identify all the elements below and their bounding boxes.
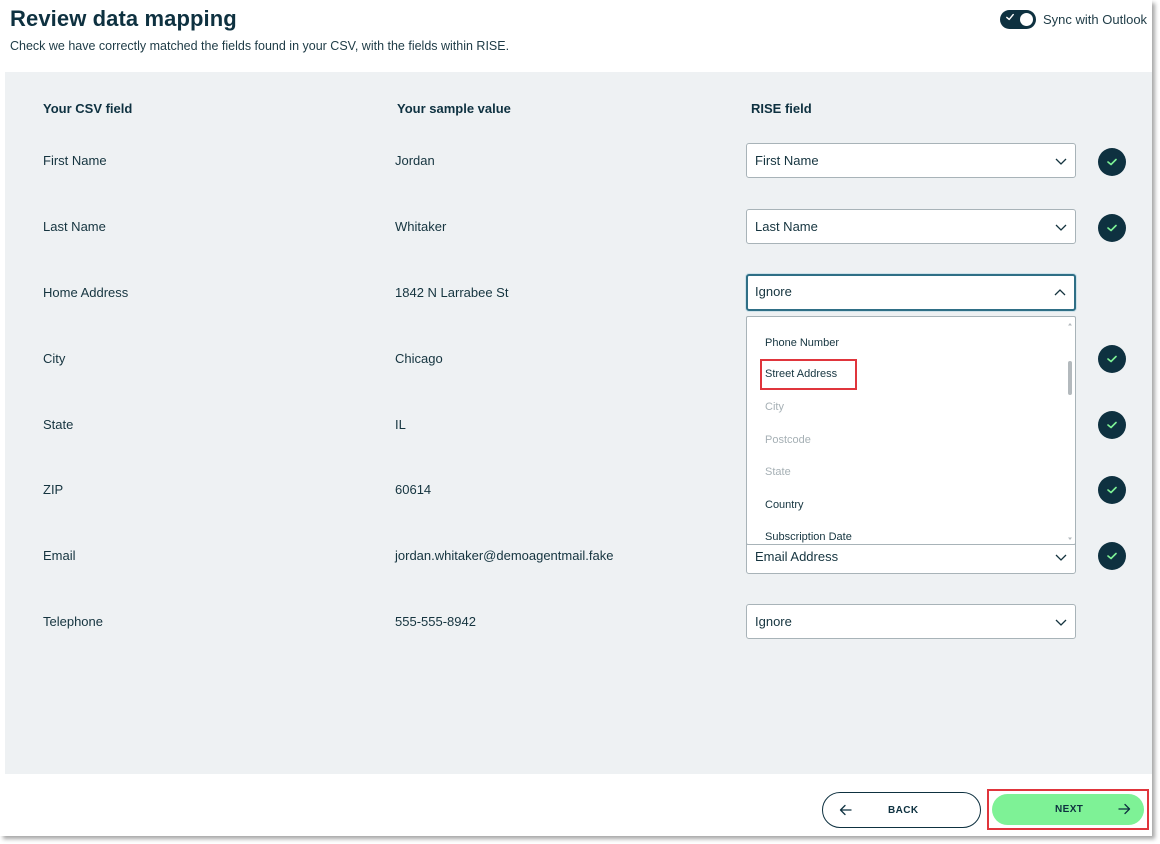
select-value: Ignore (755, 614, 792, 629)
check-icon (1107, 158, 1117, 166)
csv-field-city: City (43, 351, 66, 366)
csv-field-state: State (43, 417, 74, 432)
matched-status (1098, 214, 1126, 242)
page-subtitle: Check we have correctly matched the fiel… (10, 39, 510, 53)
column-header-csv: Your CSV field (43, 101, 133, 116)
check-icon (1107, 552, 1117, 560)
dropdown-scrollbar[interactable] (1067, 321, 1073, 542)
matched-status (1098, 476, 1126, 504)
check-icon (1006, 13, 1014, 21)
arrow-left-icon (839, 804, 852, 816)
sample-value-zip: 60614 (395, 482, 432, 497)
check-icon (1107, 421, 1117, 429)
back-button-label: BACK (888, 805, 919, 816)
dropdown-option-state: State (765, 466, 791, 478)
sample-value-first-name: Jordan (395, 153, 435, 168)
chevron-down-icon (1055, 619, 1067, 626)
matched-status (1098, 345, 1126, 373)
chevron-up-icon (1054, 289, 1066, 296)
scroll-down-icon[interactable] (1067, 536, 1073, 542)
next-button[interactable]: NEXT (992, 794, 1144, 825)
column-header-sample: Your sample value (397, 101, 511, 116)
sample-value-email: jordan.whitaker@demoagentmail.fake (395, 548, 614, 563)
arrow-right-icon (1118, 803, 1131, 815)
csv-field-telephone: Telephone (43, 614, 103, 629)
app-window: Review data mapping Check we have correc… (0, 0, 1152, 836)
sample-value-last-name: Whitaker (395, 219, 447, 234)
dropdown-option-city: City (765, 401, 784, 413)
dropdown-option-subscription-date[interactable]: Subscription Date (765, 531, 852, 543)
csv-field-home-address: Home Address (43, 285, 129, 300)
column-header-rise: RISE field (751, 101, 812, 116)
select-value: First Name (755, 153, 819, 168)
matched-status (1098, 411, 1126, 439)
select-value: Last Name (755, 219, 818, 234)
page-title: Review data mapping (10, 6, 237, 31)
scroll-thumb[interactable] (1068, 361, 1072, 395)
sync-label: Sync with Outlook (1043, 12, 1148, 27)
rise-field-select-home-address[interactable]: Ignore (746, 274, 1076, 311)
csv-field-first-name: First Name (43, 153, 107, 168)
sample-value-home-address: 1842 N Larrabee St (395, 285, 509, 300)
matched-status (1098, 148, 1126, 176)
chevron-down-icon (1055, 158, 1067, 165)
rise-field-select-telephone[interactable]: Ignore (746, 604, 1076, 639)
dropdown-option-phone-number[interactable]: Phone Number (765, 337, 839, 349)
next-button-highlight: NEXT (987, 789, 1149, 830)
check-icon (1107, 486, 1117, 494)
rise-field-dropdown-list[interactable]: Phone Number Street Address City Postcod… (746, 316, 1076, 545)
sync-outlook-toggle[interactable]: Sync with Outlook (1000, 10, 1147, 29)
next-button-label: NEXT (1055, 804, 1084, 815)
rise-field-select-last-name[interactable]: Last Name (746, 209, 1076, 244)
csv-field-email: Email (43, 548, 76, 563)
check-icon (1107, 224, 1117, 232)
matched-status (1098, 542, 1126, 570)
mapping-panel: Your CSV field Your sample value RISE fi… (5, 72, 1152, 774)
csv-field-zip: ZIP (43, 482, 64, 497)
csv-field-last-name: Last Name (43, 219, 106, 234)
dropdown-option-country[interactable]: Country (765, 499, 804, 511)
scroll-up-icon[interactable] (1067, 321, 1073, 327)
sample-value-city: Chicago (395, 351, 443, 366)
check-icon (1107, 355, 1117, 363)
chevron-down-icon (1055, 554, 1067, 561)
select-value: Ignore (755, 284, 792, 299)
sample-value-state: IL (395, 417, 406, 432)
rise-field-select-first-name[interactable]: First Name (746, 143, 1076, 178)
chevron-down-icon (1055, 224, 1067, 231)
sample-value-telephone: 555-555-8942 (395, 614, 476, 629)
select-value: Email Address (755, 549, 839, 564)
dropdown-option-street-address[interactable]: Street Address (759, 359, 858, 390)
toggle-knob (1020, 13, 1033, 26)
toggle-switch[interactable] (1000, 10, 1036, 29)
dropdown-option-postcode: Postcode (765, 434, 811, 446)
back-button[interactable]: BACK (822, 792, 981, 828)
